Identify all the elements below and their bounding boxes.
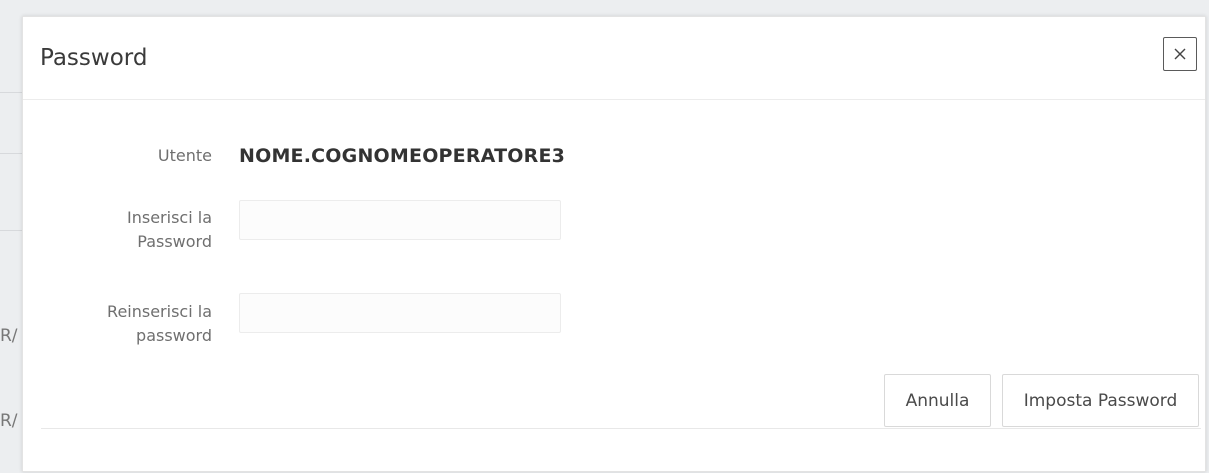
- close-button[interactable]: [1163, 37, 1197, 71]
- confirm-label-line2: password: [136, 326, 212, 345]
- close-icon: [1173, 47, 1187, 61]
- password-input[interactable]: [239, 200, 561, 240]
- background-partial-text: R/: [0, 411, 18, 431]
- confirm-password-label: Reinserisci la password: [41, 300, 212, 348]
- cancel-button[interactable]: Annulla: [884, 374, 991, 427]
- confirm-label-line1: Reinserisci la: [107, 302, 212, 321]
- password-label-line1: Inserisci la: [127, 208, 212, 227]
- footer-divider: [41, 428, 1201, 429]
- user-label-text: Utente: [157, 146, 212, 165]
- user-value: NOME.COGNOMEOPERATORE3: [239, 145, 566, 167]
- confirm-password-input[interactable]: [239, 293, 561, 333]
- password-label: Inserisci la Password: [41, 206, 212, 254]
- background-partial-text: R/: [0, 326, 18, 346]
- set-password-button[interactable]: Imposta Password: [1002, 374, 1199, 427]
- password-dialog: Password Utente NOME.COGNOMEOPERATORE3 I…: [22, 16, 1206, 472]
- dialog-header: Password: [23, 17, 1205, 100]
- user-label: Utente: [41, 144, 212, 168]
- password-label-line2: Password: [137, 232, 212, 251]
- dialog-title: Password: [40, 45, 148, 71]
